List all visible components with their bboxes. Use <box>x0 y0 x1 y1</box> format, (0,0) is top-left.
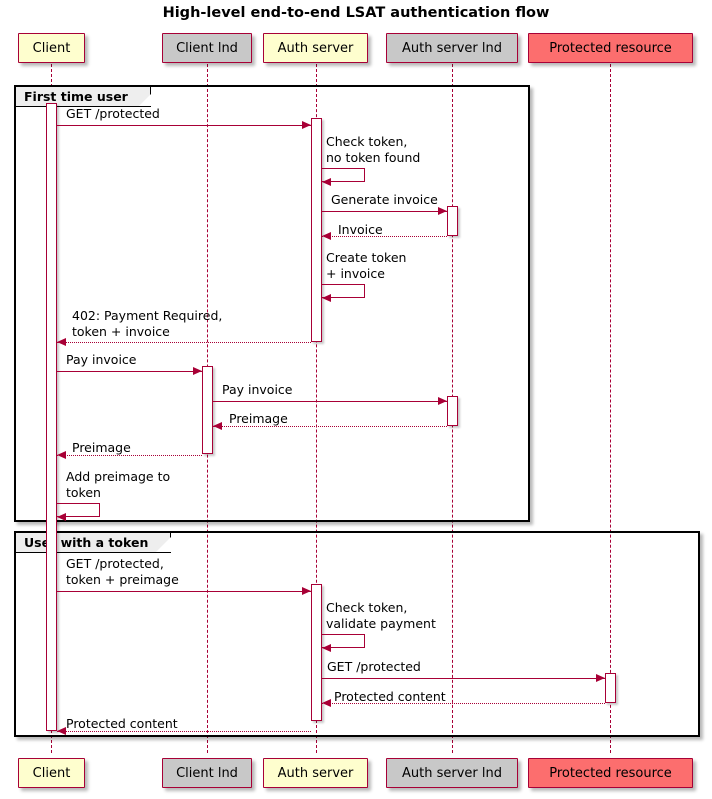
message-line-protected-content-1 <box>322 703 605 704</box>
message-line-invoice <box>322 236 447 237</box>
message-line-preimage-lnd <box>213 426 447 427</box>
participant-client-top-label: Client <box>32 40 71 56</box>
activation-client-lnd-1 <box>202 366 213 454</box>
message-line-402-payment-required <box>57 342 311 343</box>
message-label-preimage-lnd: Preimage <box>229 411 288 426</box>
message-arrowhead-check-token-no-token <box>322 177 331 186</box>
participant-auth-server-lnd-top[interactable]: Auth server lnd <box>386 33 518 63</box>
participant-auth-server-top-label: Auth server <box>277 40 354 56</box>
message-line-get-protected-token <box>57 591 311 592</box>
participant-client-lnd-top[interactable]: Client lnd <box>162 33 252 63</box>
participant-client-bottom-label: Client <box>32 765 71 781</box>
message-line-protected-content-2 <box>57 731 311 732</box>
message-line-pay-invoice-client <box>57 371 202 372</box>
diagram-title: High-level end-to-end LSAT authenticatio… <box>162 5 550 21</box>
activation-auth-server-1 <box>311 118 322 342</box>
message-label-pay-invoice-lnd: Pay invoice <box>222 382 293 397</box>
participant-auth-server-lnd-bottom-label: Auth server lnd <box>402 765 502 781</box>
participant-auth-server-lnd-bottom[interactable]: Auth server lnd <box>386 758 518 788</box>
message-label-protected-content-2: Protected content <box>66 716 178 731</box>
participant-client-lnd-bottom[interactable]: Client lnd <box>162 758 252 788</box>
message-line-preimage-client <box>57 455 202 456</box>
participant-auth-server-top[interactable]: Auth server <box>263 33 368 63</box>
message-line-generate-invoice <box>322 211 447 212</box>
participant-protected-resource-top-label: Protected resource <box>549 40 672 56</box>
activation-auth-server-lnd-1 <box>447 206 458 236</box>
message-arrowhead-create-token-invoice <box>322 293 331 302</box>
fragment-label-first-time-user: First time user <box>16 87 151 107</box>
message-arrowhead-preimage-lnd <box>213 421 222 430</box>
fragment-first-time-user <box>14 85 530 522</box>
message-label-add-preimage-to-token: Add preimage to token <box>66 469 171 500</box>
activation-auth-server-2 <box>311 584 322 721</box>
message-arrowhead-preimage-client <box>57 450 66 459</box>
message-label-check-token-validate: Check token, validate payment <box>326 600 436 631</box>
message-arrowhead-generate-invoice <box>438 206 447 215</box>
participant-client-lnd-top-label: Client lnd <box>176 40 238 56</box>
message-label-preimage-client: Preimage <box>72 440 131 455</box>
message-arrowhead-pay-invoice-lnd <box>438 396 447 405</box>
sequence-diagram-canvas: High-level end-to-end LSAT authenticatio… <box>0 0 712 799</box>
fragment-label-user-with-a-token: User with a token <box>16 533 172 553</box>
participant-protected-resource-bottom[interactable]: Protected resource <box>528 758 693 788</box>
participant-protected-resource-bottom-label: Protected resource <box>549 765 672 781</box>
participant-auth-server-bottom[interactable]: Auth server <box>263 758 368 788</box>
message-arrowhead-get-protected-1 <box>302 120 311 129</box>
message-arrowhead-protected-content-2 <box>57 726 66 735</box>
message-arrowhead-402-payment-required <box>57 337 66 346</box>
message-arrowhead-get-protected-token <box>302 586 311 595</box>
message-label-generate-invoice: Generate invoice <box>331 192 438 207</box>
activation-protected-resource-1 <box>605 673 616 703</box>
message-label-check-token-no-token: Check token, no token found <box>326 134 421 165</box>
activation-client <box>46 103 57 731</box>
message-arrowhead-pay-invoice-client <box>193 366 202 375</box>
participant-protected-resource-top[interactable]: Protected resource <box>528 33 693 63</box>
message-line-pay-invoice-lnd <box>213 401 447 402</box>
message-arrowhead-add-preimage-to-token <box>57 512 66 521</box>
participant-client-bottom[interactable]: Client <box>18 758 85 788</box>
participant-auth-server-bottom-label: Auth server <box>277 765 354 781</box>
message-arrowhead-protected-content-1 <box>322 698 331 707</box>
message-arrowhead-check-token-validate <box>322 643 331 652</box>
message-label-get-protected-token: GET /protected, token + preimage <box>66 556 179 587</box>
message-arrowhead-get-protected-2 <box>596 673 605 682</box>
message-arrowhead-invoice <box>322 231 331 240</box>
message-label-pay-invoice-client: Pay invoice <box>66 352 137 367</box>
participant-auth-server-lnd-top-label: Auth server lnd <box>402 40 502 56</box>
participant-client-lnd-bottom-label: Client lnd <box>176 765 238 781</box>
activation-auth-server-lnd-2 <box>447 396 458 426</box>
fragment-label-notch-1 <box>139 87 158 106</box>
message-label-get-protected-1: GET /protected <box>66 106 160 121</box>
message-line-get-protected-1 <box>57 125 311 126</box>
message-label-get-protected-2: GET /protected <box>327 659 421 674</box>
message-label-create-token-invoice: Create token + invoice <box>326 250 407 281</box>
message-line-get-protected-2 <box>322 678 605 679</box>
message-label-402-payment-required: 402: Payment Required, token + invoice <box>72 308 223 339</box>
fragment-label-notch-2 <box>156 533 175 552</box>
participant-client-top[interactable]: Client <box>18 33 85 63</box>
